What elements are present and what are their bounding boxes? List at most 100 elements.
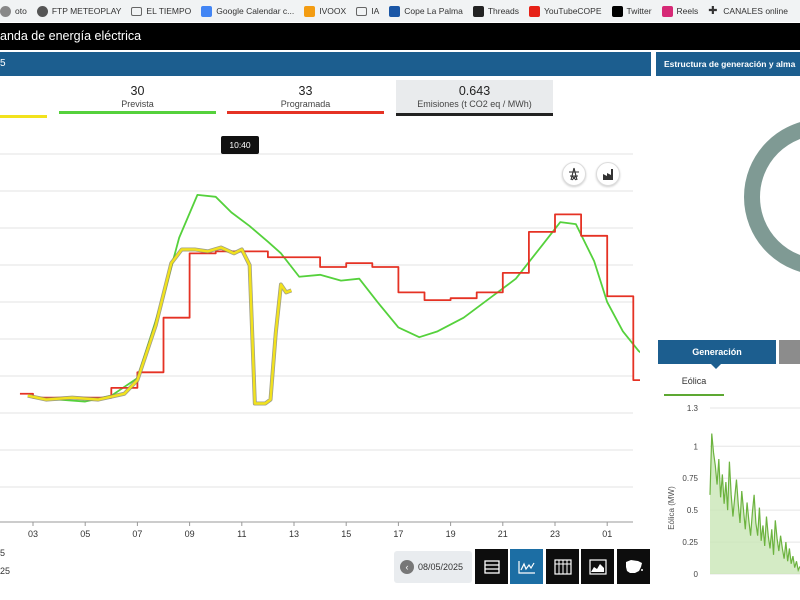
tab-second[interactable] xyxy=(779,340,800,364)
x-icon xyxy=(611,5,623,17)
table-view-button[interactable] xyxy=(475,549,508,584)
y-tick-label: 0.75 xyxy=(682,474,698,483)
y-tick-label: 1.3 xyxy=(687,404,699,413)
bookmarks-bar: oto FTP METEOPLAY EL TIEMPO Google Calendar… xyxy=(0,0,800,22)
tab-generacion[interactable]: Generación xyxy=(658,340,776,364)
series-line-prevista[interactable] xyxy=(32,193,640,403)
bookmark-label: Threads xyxy=(487,6,520,16)
bookmark-label: IA xyxy=(371,6,380,16)
area-chart-icon xyxy=(588,558,607,575)
tab-eolica-label: Eólica xyxy=(681,376,707,386)
table-icon xyxy=(483,559,500,574)
date-navigator[interactable]: ‹ 08/05/2025 xyxy=(394,551,472,583)
x-tick-label: 01 xyxy=(602,529,612,539)
metric-emisiones-label: Emisiones (t CO2 eq / MWh) xyxy=(417,99,532,109)
page-title-bar: anda de energía eléctrica xyxy=(0,23,800,50)
tab-generacion-label: Generación xyxy=(692,347,742,357)
prev-day-icon[interactable]: ‹ xyxy=(400,560,414,574)
line-chart-icon xyxy=(517,560,535,574)
folder-icon xyxy=(131,6,143,16)
y-tick-label: 0 xyxy=(694,570,699,579)
factory-button[interactable] xyxy=(596,162,620,186)
right-panel-header: Estructura de generación y alma xyxy=(656,52,800,76)
bookmark-item[interactable]: Cope La Palma xyxy=(389,5,463,17)
bookmark-item[interactable]: Twitter xyxy=(611,5,652,17)
y-tick-label: 1 xyxy=(694,442,699,451)
bottom-left-bottom: 25 xyxy=(0,566,11,576)
eolica-y-axis-label: Eólica (MW) xyxy=(667,486,676,530)
donut-ring xyxy=(744,122,800,272)
section-header: 5 xyxy=(0,52,651,76)
series-line-programada[interactable] xyxy=(19,213,640,413)
bookmark-item[interactable]: Threads xyxy=(472,5,520,17)
bookmark-label: Cope La Palma xyxy=(404,6,463,16)
bookmark-label: Reels xyxy=(676,6,699,16)
bookmark-label: YouTubeCOPE xyxy=(544,6,602,16)
bookmark-item[interactable]: IA xyxy=(356,6,379,16)
threads-icon xyxy=(472,5,484,17)
area-chart-button[interactable] xyxy=(581,549,614,584)
metric-prevista[interactable]: 30 Prevista xyxy=(59,84,216,114)
bookmark-label: FTP METEOPLAY xyxy=(51,6,122,16)
tab-eolica[interactable]: Eólica xyxy=(664,374,724,396)
eolica-chart[interactable]: 1.3 1 0.75 0.5 0.25 0 Eólica (MW) xyxy=(656,398,800,588)
bookmark-label: oto xyxy=(15,6,27,16)
bookmark-label: Twitter xyxy=(626,6,652,16)
metric-programada[interactable]: 33 Programada xyxy=(227,84,384,114)
power-line-button[interactable] xyxy=(562,162,586,186)
metric-emisiones[interactable]: 0.643 Emisiones (t CO2 eq / MWh) xyxy=(396,80,553,116)
bookmark-item[interactable]: IVOOX xyxy=(304,5,347,17)
metric-programada-label: Programada xyxy=(280,99,331,109)
power-tower-icon xyxy=(569,167,579,181)
globe-icon xyxy=(36,5,48,17)
map-view-button[interactable] xyxy=(617,549,650,584)
x-tick-label: 21 xyxy=(498,529,508,539)
calendar-grid-icon xyxy=(553,558,572,575)
bookmark-label: Google Calendar c... xyxy=(216,6,295,16)
cope-icon xyxy=(389,5,401,17)
plus-icon: ✚ xyxy=(708,4,718,17)
spain-map-icon xyxy=(625,559,643,573)
bookmark-label: EL TIEMPO xyxy=(146,6,192,16)
x-tick-label: 07 xyxy=(132,529,142,539)
metric-programada-swatch xyxy=(227,111,384,114)
ivoox-icon xyxy=(304,5,316,17)
x-tick-label: 09 xyxy=(185,529,195,539)
folder-icon xyxy=(356,6,368,16)
chart-tooltip: 10:40 xyxy=(221,136,259,154)
bookmark-label: IVOOX xyxy=(319,6,347,16)
current-date: 08/05/2025 xyxy=(418,562,464,572)
calendar-icon xyxy=(201,5,213,17)
x-tick-label: 19 xyxy=(446,529,456,539)
calendar-view-button[interactable] xyxy=(546,549,579,584)
bookmark-item[interactable]: Reels xyxy=(661,5,699,17)
tab-active-arrow xyxy=(711,364,721,369)
bookmark-item[interactable]: FTP METEOPLAY xyxy=(36,5,122,17)
y-tick-label: 0.5 xyxy=(687,506,699,515)
bookmark-item[interactable]: YouTubeCOPE xyxy=(529,5,602,17)
metric-prevista-value: 30 xyxy=(130,84,145,98)
globe-icon xyxy=(0,5,11,17)
bookmark-label: CANALES online xyxy=(723,6,789,16)
bookmark-item[interactable]: Google Calendar c... xyxy=(201,5,295,17)
metric-emisiones-value: 0.643 xyxy=(458,84,491,98)
metric-emisiones-swatch xyxy=(396,113,553,116)
bookmark-item[interactable]: oto xyxy=(0,5,27,17)
bookmark-item[interactable]: ✚ CANALES online xyxy=(708,4,789,17)
y-tick-label: 0.25 xyxy=(682,538,698,547)
generation-tabs: Generación xyxy=(658,340,800,369)
instagram-icon xyxy=(661,5,673,17)
chart-view-button[interactable] xyxy=(510,549,543,584)
metric-prevista-swatch xyxy=(59,111,216,114)
factory-icon xyxy=(603,169,613,180)
metric-programada-value: 33 xyxy=(298,84,313,98)
metric-real[interactable] xyxy=(0,84,47,118)
generation-donut[interactable] xyxy=(740,102,800,292)
x-tick-label: 15 xyxy=(341,529,351,539)
bottom-left-top: 5 xyxy=(0,548,6,558)
bookmark-item[interactable]: EL TIEMPO xyxy=(131,6,191,16)
right-panel-title: Estructura de generación y alma xyxy=(664,59,796,69)
x-tick-label: 11 xyxy=(237,529,246,539)
demand-chart[interactable]: 03 05 07 09 11 13 15 17 19 21 23 01 xyxy=(0,150,640,545)
x-tick-label: 13 xyxy=(289,529,299,539)
